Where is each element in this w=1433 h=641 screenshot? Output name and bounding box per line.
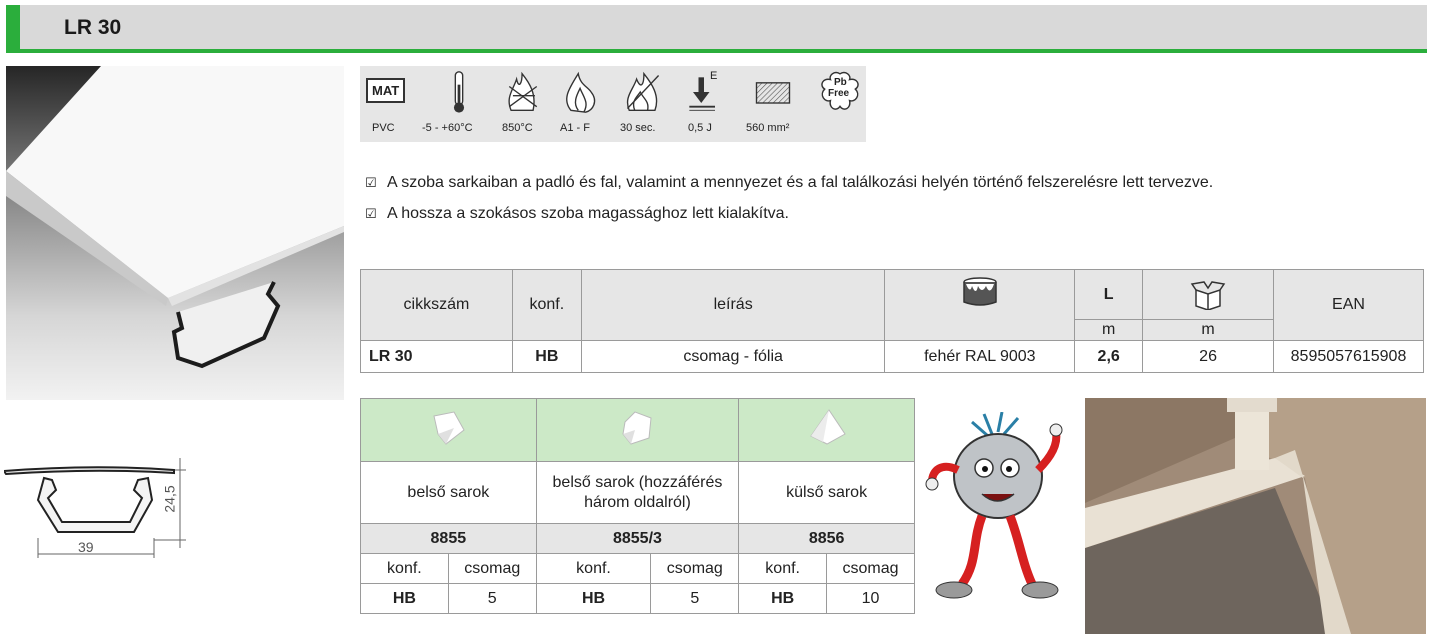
paint-bucket-icon bbox=[963, 277, 997, 306]
corner-pack-label: csomag bbox=[447, 553, 537, 584]
cross-section-icon bbox=[755, 82, 791, 104]
spec-strip: MAT PVC -5 - +60°C 850°C A1 - F 30 sec. … bbox=[360, 66, 866, 142]
corners-table: belső sarok belső sarok (hozzáférés háro… bbox=[360, 398, 915, 614]
cell-color: fehér RAL 9003 bbox=[884, 340, 1076, 373]
product-photo bbox=[6, 66, 344, 400]
header-ean: EAN bbox=[1273, 269, 1424, 341]
header-box bbox=[1142, 269, 1274, 320]
spec-glow-wire: 850°C bbox=[500, 66, 546, 142]
corner-conf: HB bbox=[738, 583, 828, 614]
installation-photo bbox=[1085, 398, 1426, 634]
pb-badge-line2: Free bbox=[828, 88, 850, 99]
header-length: L bbox=[1074, 269, 1144, 320]
corner-conf: HB bbox=[360, 583, 449, 614]
feature-text: A hossza a szokásos szoba magassághoz le… bbox=[387, 205, 789, 222]
feature-text: A szoba sarkaiban a padló és fal, valami… bbox=[387, 174, 1214, 191]
height-dimension-label: 24,5 bbox=[161, 485, 178, 513]
spec-cross-section: 560 mm² bbox=[744, 66, 808, 142]
spec-label: -5 - +60°C bbox=[422, 122, 473, 134]
header-desc: leírás bbox=[580, 269, 886, 341]
header-code: cikkszám bbox=[360, 269, 513, 341]
product-table: cikkszám konf. leírás L EAN m m LR 30 HB… bbox=[360, 269, 1424, 373]
corner-pack-label: csomag bbox=[826, 553, 915, 584]
spec-label: 850°C bbox=[502, 122, 533, 134]
width-dimension-label: 39 bbox=[78, 539, 94, 555]
header-conf: konf. bbox=[511, 269, 582, 341]
fire-duration-icon bbox=[626, 71, 660, 112]
spec-label: A1 - F bbox=[560, 122, 590, 134]
header-bar: LR 30 bbox=[6, 5, 1427, 53]
glow-wire-icon bbox=[508, 71, 538, 112]
corner-conf-label: konf. bbox=[360, 553, 449, 584]
spec-temperature: -5 - +60°C bbox=[422, 66, 494, 142]
cell-code: LR 30 bbox=[360, 340, 513, 373]
spec-fire-duration: 30 sec. bbox=[618, 66, 668, 142]
flame-icon bbox=[566, 71, 596, 113]
feature-item: ☑ A szoba sarkaiban a padló és fal, valam… bbox=[365, 174, 1213, 192]
feature-item: ☑ A hossza a szokásos szoba magassághoz l… bbox=[365, 205, 789, 223]
inner-corner-icon bbox=[433, 410, 465, 445]
corner-conf: HB bbox=[535, 583, 652, 614]
material-icon: MAT bbox=[366, 78, 406, 122]
spec-pb-free: Pb Free bbox=[814, 66, 862, 142]
spec-flammability: A1 - F bbox=[558, 66, 604, 142]
page-title: LR 30 bbox=[64, 16, 122, 39]
thermometer-icon bbox=[453, 71, 465, 113]
corner-name: belső sarok (hozzáférés három oldalról) bbox=[535, 461, 740, 524]
spec-label: 0,5 J bbox=[688, 122, 712, 134]
corner-name: külső sarok bbox=[738, 461, 915, 524]
spec-label: 560 mm² bbox=[746, 122, 790, 134]
corner-code: 8855 bbox=[360, 523, 537, 554]
spec-material: MAT PVC bbox=[364, 66, 412, 142]
checkbox-icon: ☑ bbox=[365, 206, 377, 221]
outer-corner-icon bbox=[809, 408, 846, 445]
cell-ean: 8595057615908 bbox=[1273, 340, 1424, 373]
corner-image-cell bbox=[535, 398, 740, 462]
corner-pack: 5 bbox=[650, 583, 740, 614]
header-length-unit: m bbox=[1074, 319, 1144, 341]
corner-pack: 10 bbox=[826, 583, 915, 614]
impact-superscript: E bbox=[710, 70, 718, 82]
material-badge: MAT bbox=[366, 78, 406, 103]
header-accent bbox=[6, 5, 20, 53]
spec-label: PVC bbox=[372, 122, 395, 134]
corner-name: belső sarok bbox=[360, 461, 537, 524]
corner-code: 8856 bbox=[738, 523, 915, 554]
table-row: LR 30 HB csomag - fólia fehér RAL 9003 2… bbox=[360, 340, 1424, 373]
corner-pack: 5 bbox=[447, 583, 537, 614]
mascot-illustration bbox=[922, 411, 1072, 612]
header-color bbox=[884, 269, 1076, 341]
cell-conf: HB bbox=[511, 340, 582, 373]
spec-label: 30 sec. bbox=[620, 122, 656, 134]
header-box-unit: m bbox=[1142, 319, 1274, 341]
corner-image-cell bbox=[360, 398, 537, 462]
corner-code: 8855/3 bbox=[535, 523, 740, 554]
cell-box: 26 bbox=[1142, 340, 1274, 373]
pb-badge-line1: Pb bbox=[834, 77, 847, 88]
corner-image-cell bbox=[738, 398, 915, 462]
cell-length: 2,6 bbox=[1074, 340, 1144, 373]
box-icon bbox=[1190, 280, 1226, 310]
checkbox-icon: ☑ bbox=[365, 175, 377, 190]
corner-conf-label: konf. bbox=[535, 553, 652, 584]
corner-conf-label: konf. bbox=[738, 553, 828, 584]
impact-icon bbox=[689, 77, 715, 111]
corner-pack-label: csomag bbox=[650, 553, 740, 584]
spec-impact: E 0,5 J bbox=[682, 66, 722, 142]
cell-desc: csomag - fólia bbox=[580, 340, 886, 373]
inner-corner-open-icon bbox=[622, 410, 652, 445]
